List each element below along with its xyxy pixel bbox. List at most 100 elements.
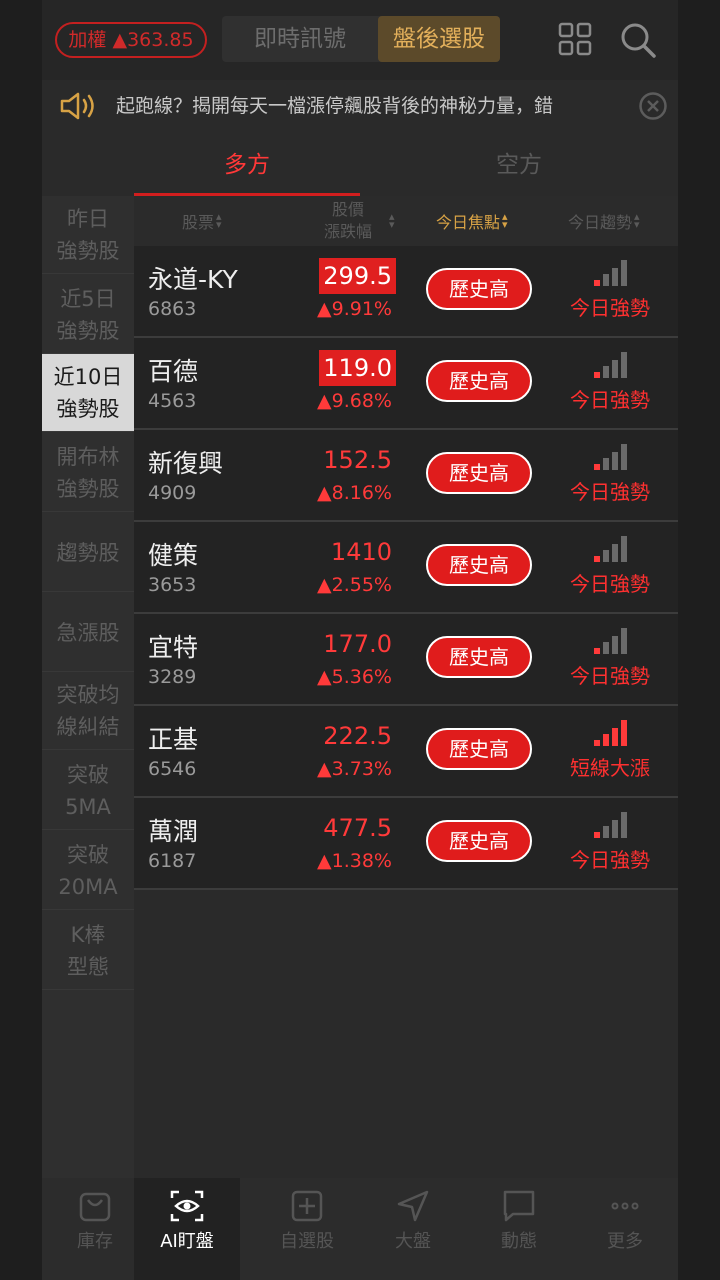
signal-bar bbox=[612, 360, 618, 378]
nav-label: 更多 bbox=[607, 1231, 643, 1252]
table-row[interactable]: 正基 6546 222.5 ▲3.73% 歷史高 短線大漲 bbox=[134, 706, 678, 798]
tab-after-hours-picks[interactable]: 盤後選股 bbox=[378, 16, 500, 62]
stock-code: 6187 bbox=[148, 850, 197, 872]
announcement-bar[interactable]: 起跑線？揭開每天一檔漲停飆股背後的神秘力量，錯 bbox=[42, 80, 678, 132]
tab-long[interactable]: 多方 bbox=[134, 134, 360, 196]
signal-bar bbox=[612, 728, 618, 746]
category-item[interactable]: 突破均 線糾結 bbox=[42, 672, 134, 750]
bag-icon bbox=[79, 1192, 111, 1222]
nav-label: AI盯盤 bbox=[160, 1231, 214, 1252]
category-item[interactable]: K棒型態 bbox=[42, 912, 134, 990]
nav-ai-watch[interactable]: AI盯盤 bbox=[134, 1178, 240, 1280]
focus-badge[interactable]: 歷史高 bbox=[426, 820, 532, 862]
stock-change: ▲8.16% bbox=[317, 482, 392, 504]
category-item[interactable]: 昨日 強勢股 bbox=[42, 196, 134, 274]
trend-label: 今日強勢 bbox=[570, 388, 650, 412]
mode-tabs: 即時訊號 盤後選股 bbox=[222, 16, 500, 62]
category-label-line2: 型態 bbox=[67, 954, 109, 979]
table-row[interactable]: 萬潤 6187 477.5 ▲1.38% 歷史高 今日強勢 bbox=[134, 798, 678, 890]
close-circle-icon[interactable] bbox=[638, 91, 668, 121]
nav-inventory[interactable]: 庫存 bbox=[42, 1178, 148, 1280]
signal-bars-icon bbox=[594, 536, 627, 562]
table-row[interactable]: 健策 3653 1410 ▲2.55% 歷史高 今日強勢 bbox=[134, 522, 678, 614]
header-price[interactable]: 股價 漲跌幅 bbox=[310, 196, 386, 246]
category-item[interactable]: 趨勢股 bbox=[42, 514, 134, 592]
category-item[interactable]: 開布林 強勢股 bbox=[42, 434, 134, 512]
plus-square-icon bbox=[291, 1190, 323, 1222]
category-label-line1: 昨日 bbox=[67, 206, 109, 231]
table-header: 股票 ▴ ▾ 股價 漲跌幅 ▴ ▾ 今日焦點 ▴ ▾ 今日趨勢 ▴ ▾ bbox=[134, 196, 678, 246]
sort-icon: ▴ ▾ bbox=[634, 210, 640, 231]
navigation-arrow-icon bbox=[397, 1190, 429, 1222]
focus-badge[interactable]: 歷史高 bbox=[426, 544, 532, 586]
stock-change: ▲1.38% bbox=[317, 850, 392, 872]
category-item[interactable]: 近10日強勢股 bbox=[42, 354, 134, 432]
table-row[interactable]: 永道-KY 6863 299.5 ▲9.91% 歷史高 今日強勢 bbox=[134, 246, 678, 338]
trend-label: 今日強勢 bbox=[570, 664, 650, 688]
focus-badge[interactable]: 歷史高 bbox=[426, 728, 532, 770]
table-row[interactable]: 新復興 4909 152.5 ▲8.16% 歷史高 今日強勢 bbox=[134, 430, 678, 522]
trend-label: 短線大漲 bbox=[570, 756, 650, 780]
nav-market[interactable]: 大盤 bbox=[360, 1178, 466, 1280]
nav-more[interactable]: 更多 bbox=[572, 1178, 678, 1280]
stock-table: 永道-KY 6863 299.5 ▲9.91% 歷史高 今日強勢 百德 4563 119.0 ▲9… bbox=[134, 246, 678, 890]
category-label-line1: 開布林 bbox=[56, 444, 120, 469]
category-label-line1: K棒 bbox=[70, 922, 106, 947]
signal-bars-icon bbox=[594, 720, 627, 746]
header-focus[interactable]: 今日焦點 ▴ ▾ bbox=[436, 196, 508, 246]
search-icon[interactable] bbox=[618, 20, 658, 60]
table-row[interactable]: 宜特 3289 177.0 ▲5.36% 歷史高 今日強勢 bbox=[134, 614, 678, 706]
signal-bars-icon bbox=[594, 260, 627, 286]
nav-label: 大盤 bbox=[395, 1231, 431, 1252]
header-trend-label: 今日趨勢 bbox=[568, 213, 633, 232]
signal-bar bbox=[612, 544, 618, 562]
category-label-line2: 強勢股 bbox=[56, 238, 120, 263]
signal-bar bbox=[603, 642, 609, 654]
category-item[interactable]: 急漲股 bbox=[42, 594, 134, 672]
nav-feed[interactable]: 動態 bbox=[466, 1178, 572, 1280]
trend-label: 今日強勢 bbox=[570, 572, 650, 596]
category-item[interactable]: 突破 5MA bbox=[42, 752, 134, 830]
focus-badge[interactable]: 歷史高 bbox=[426, 636, 532, 678]
tab-short[interactable]: 空方 bbox=[406, 134, 632, 196]
header-trend[interactable]: 今日趨勢 ▴ ▾ bbox=[568, 196, 640, 246]
category-sidebar: 昨日 強勢股 近5日 強勢股 近10日 強勢股 開布林 強勢股 趨勢股 急漲股 突破均 線糾結 突破 5M… bbox=[42, 196, 134, 1280]
stock-code: 6546 bbox=[148, 758, 197, 780]
stock-price: 222.5 bbox=[323, 722, 392, 750]
signal-bar bbox=[603, 826, 609, 838]
focus-badge[interactable]: 歷史高 bbox=[426, 452, 532, 494]
stock-price: 119.0 bbox=[319, 350, 396, 386]
focus-badge[interactable]: 歷史高 bbox=[426, 360, 532, 402]
stock-price: 299.5 bbox=[319, 258, 396, 294]
trend-label: 今日強勢 bbox=[570, 848, 650, 872]
header-stock[interactable]: 股票 ▴ ▾ bbox=[182, 196, 222, 246]
category-label-line2: 強勢股 bbox=[56, 476, 120, 501]
stock-name: 萬潤 bbox=[148, 817, 199, 846]
nav-watchlist[interactable]: 自選股 bbox=[254, 1178, 360, 1280]
signal-bar bbox=[621, 352, 627, 378]
stock-change: ▲9.68% bbox=[317, 390, 392, 412]
category-label-line1: 近10日 bbox=[53, 364, 123, 389]
category-label-line2: 20MA bbox=[58, 874, 118, 899]
category-label-line1: 突破均 bbox=[56, 682, 120, 707]
signal-bar bbox=[621, 444, 627, 470]
tab-live-signal[interactable]: 即時訊號 bbox=[222, 16, 378, 62]
category-item[interactable]: 突破 20MA bbox=[42, 832, 134, 910]
stock-name: 百德 bbox=[148, 357, 199, 386]
bottom-navigation: 庫存 AI盯盤 自選股 大盤 動態 更多 bbox=[42, 1178, 678, 1280]
grid-icon[interactable] bbox=[558, 22, 592, 56]
signal-bar bbox=[594, 832, 600, 838]
stock-code: 4909 bbox=[148, 482, 197, 504]
stock-price: 177.0 bbox=[323, 630, 392, 658]
sort-icon: ▴ ▾ bbox=[502, 210, 508, 231]
category-item[interactable]: 近5日 強勢股 bbox=[42, 276, 134, 354]
signal-bars-icon bbox=[594, 812, 627, 838]
stock-name: 新復興 bbox=[148, 449, 224, 478]
stock-code: 3289 bbox=[148, 666, 197, 688]
index-pill[interactable]: 加權 ▲363.85 bbox=[55, 22, 207, 58]
table-row[interactable]: 百德 4563 119.0 ▲9.68% 歷史高 今日強勢 bbox=[134, 338, 678, 430]
category-label-line2: 強勢股 bbox=[56, 396, 120, 421]
focus-badge[interactable]: 歷史高 bbox=[426, 268, 532, 310]
speaker-icon bbox=[60, 92, 94, 120]
sort-icon[interactable]: ▴ ▾ bbox=[387, 196, 395, 246]
